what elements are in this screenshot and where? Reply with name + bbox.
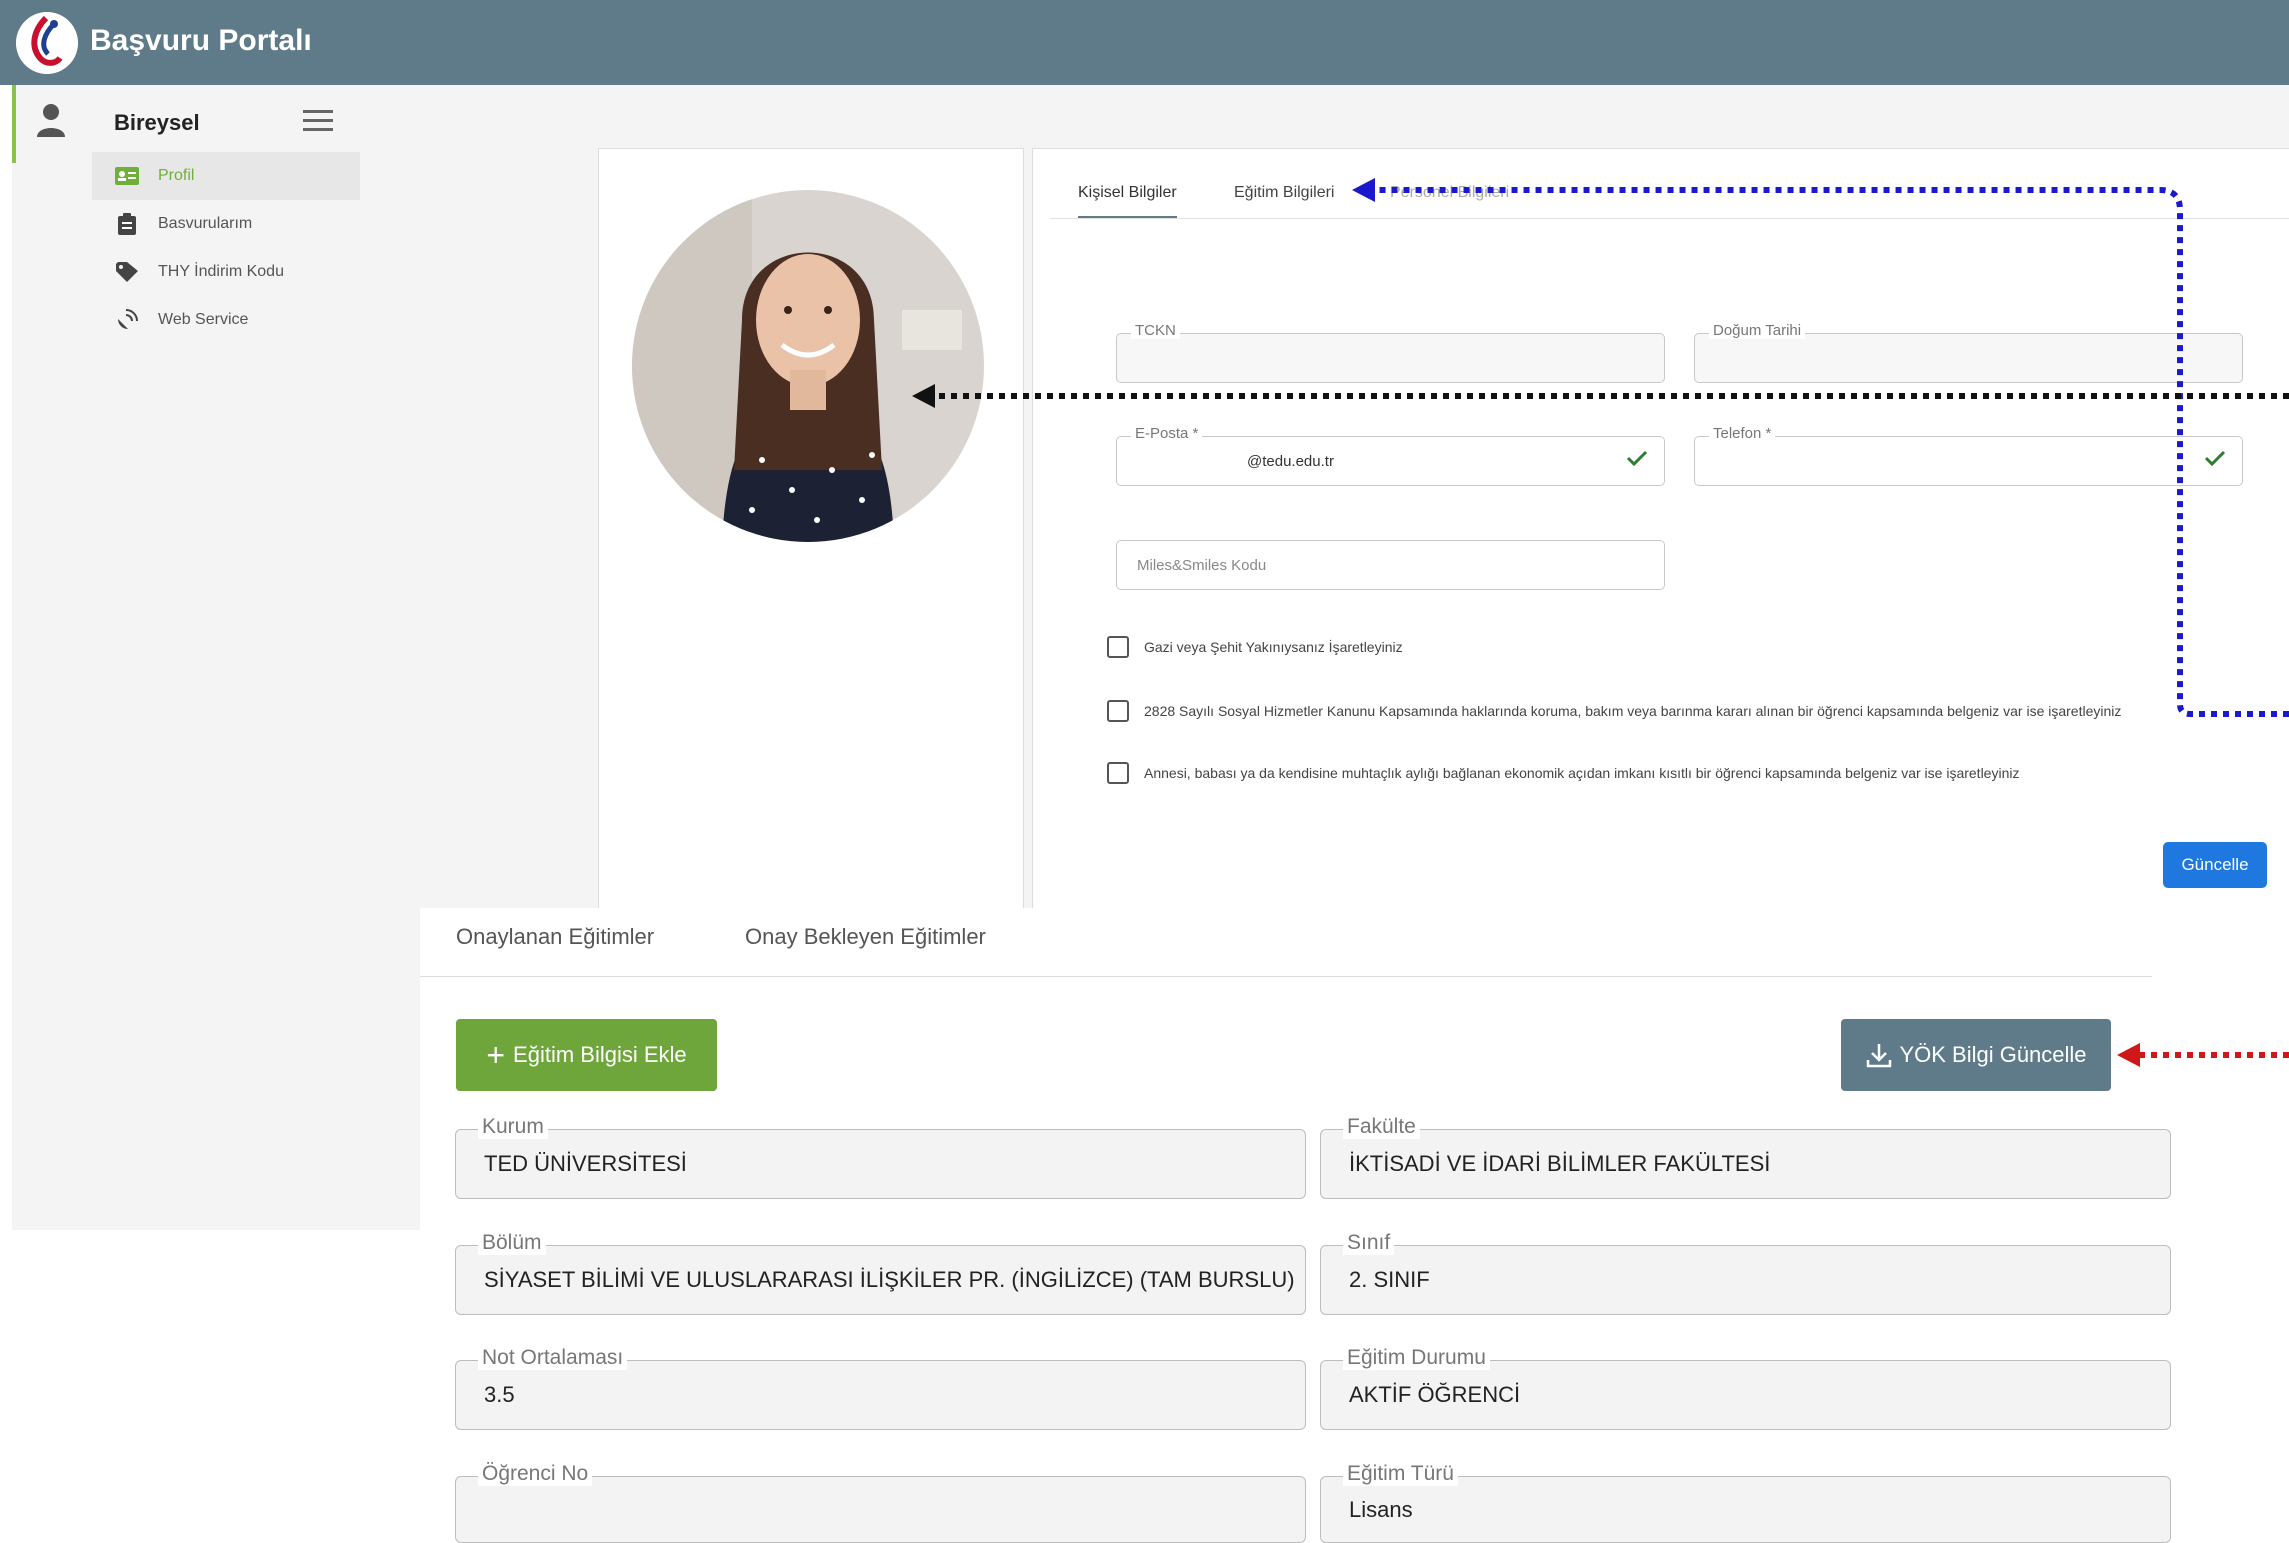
sidebar-item-label: THY İndirim Kodu [158, 263, 284, 280]
tag-icon [114, 261, 140, 283]
education-tabs-divider [420, 976, 2152, 977]
fakulte-field[interactable]: Fakülte İKTİSADİ VE İDARİ BİLİMLER FAKÜL… [1320, 1115, 2171, 1199]
tckn-field[interactable]: TCKN [1116, 322, 1665, 383]
sinif-value: 2. SINIF [1349, 1267, 1430, 1292]
sosyal-hizmetler-checkbox-label: 2828 Sayılı Sosyal Hizmetler Kanunu Kaps… [1144, 703, 2122, 719]
tab-onaylanan-egitimler[interactable]: Onaylanan Eğitimler [456, 924, 654, 950]
miles-smiles-input[interactable]: Miles&Smiles Kodu [1116, 540, 1665, 590]
yok-update-button[interactable]: YÖK Bilgi Güncelle [1841, 1019, 2111, 1091]
not-ortalamasi-field[interactable]: Not Ortalaması 3.5 [455, 1346, 1306, 1430]
app-title: Başvuru Portalı [90, 24, 312, 57]
sidebar-item-label: Profil [158, 167, 195, 184]
email-value: @tedu.edu.tr [1247, 452, 1334, 470]
bolum-field[interactable]: Bölüm SİYASET BİLİMİ VE ULUSLARARASI İLİ… [455, 1231, 1306, 1315]
tab-personel-bilgileri[interactable]: Personel Bilgileri [1390, 167, 1509, 219]
sidebar-item-label: Web Service [158, 311, 249, 328]
not-ortalamasi-value: 3.5 [484, 1382, 515, 1407]
gazi-checkbox-label: Gazi veya Şehit Yakınıysanız İşaretleyin… [1144, 639, 1403, 655]
app-window: Başvuru Portalı Bireysel Profil Basvurul… [0, 0, 2289, 1543]
egitim-turu-field[interactable]: Eğitim Türü Lisans [1320, 1462, 2171, 1543]
sinif-field[interactable]: Sınıf 2. SINIF [1320, 1231, 2171, 1315]
user-icon[interactable] [36, 103, 66, 137]
sidebar-item-thy-indirim[interactable]: THY İndirim Kodu [92, 248, 360, 296]
download-icon [1867, 1044, 1892, 1068]
personal-info-card [1032, 148, 2289, 908]
ogrenci-no-field[interactable]: Öğrenci No [455, 1462, 1306, 1543]
check-icon [2204, 450, 2226, 467]
sidebar-item-profil[interactable]: Profil [92, 152, 360, 200]
phone-label: Telefon * [1709, 425, 1776, 442]
egitim-turu-value: Lisans [1349, 1496, 1413, 1522]
sidebar-item-basvurularim[interactable]: Basvurularım [92, 200, 360, 248]
muhtaclik-checkbox-label: Annesi, babası ya da kendisine muhtaçlık… [1144, 765, 2020, 781]
kurum-field[interactable]: Kurum TED ÜNİVERSİTESİ [455, 1115, 1306, 1199]
phone-field[interactable]: Telefon * [1694, 425, 2243, 486]
sidebar-item-label: Basvurularım [158, 215, 253, 232]
dob-field[interactable]: Doğum Tarihi [1694, 322, 2243, 383]
app-logo-icon[interactable] [16, 12, 78, 74]
egitim-durumu-value: AKTİF ÖĞRENCİ [1349, 1382, 1521, 1407]
email-field[interactable]: E-Posta * @tedu.edu.tr [1116, 425, 1665, 486]
tab-kisisel-bilgiler[interactable]: Kişisel Bilgiler [1078, 167, 1177, 219]
tabs-divider [1050, 218, 2289, 219]
education-panel [420, 908, 2289, 1543]
plus-icon: + [486, 1037, 506, 1073]
satellite-dish-icon [114, 309, 140, 331]
yok-update-label: YÖK Bilgi Güncelle [1899, 1042, 2087, 1067]
add-education-button[interactable]: + Eğitim Bilgisi Ekle [456, 1019, 717, 1091]
update-button[interactable]: Güncelle [2163, 842, 2267, 888]
profile-avatar[interactable] [632, 190, 984, 542]
ogrenci-no-label: Öğrenci No [478, 1462, 593, 1486]
tab-egitim-bilgileri[interactable]: Eğitim Bilgileri [1234, 167, 1334, 219]
rail-active-indicator [12, 85, 16, 163]
menu-toggle-icon[interactable] [303, 110, 333, 132]
sidebar-item-web-service[interactable]: Web Service [92, 296, 360, 344]
sidebar-heading: Bireysel [114, 110, 200, 135]
bolum-value: SİYASET BİLİMİ VE ULUSLARARASI İLİŞKİLER… [484, 1267, 1295, 1292]
sosyal-hizmetler-checkbox[interactable] [1107, 700, 1129, 722]
check-icon [1626, 450, 1648, 467]
id-card-icon [114, 165, 140, 187]
tab-onay-bekleyen-egitimler[interactable]: Onay Bekleyen Eğitimler [745, 924, 986, 950]
kurum-value: TED ÜNİVERSİTESİ [484, 1151, 687, 1176]
tckn-label: TCKN [1131, 322, 1180, 339]
egitim-durumu-field[interactable]: Eğitim Durumu AKTİF ÖĞRENCİ [1320, 1346, 2171, 1430]
muhtaclik-checkbox[interactable] [1107, 762, 1129, 784]
gazi-checkbox[interactable] [1107, 636, 1129, 658]
miles-smiles-placeholder: Miles&Smiles Kodu [1137, 556, 1267, 574]
clipboard-icon [114, 213, 140, 235]
top-header [0, 0, 2289, 85]
add-education-label: Eğitim Bilgisi Ekle [513, 1042, 687, 1067]
sidebar-rail [12, 85, 92, 1230]
fakulte-value: İKTİSADİ VE İDARİ BİLİMLER FAKÜLTESİ [1349, 1151, 1771, 1176]
email-label: E-Posta * [1131, 425, 1203, 442]
dob-label: Doğum Tarihi [1709, 322, 1806, 339]
